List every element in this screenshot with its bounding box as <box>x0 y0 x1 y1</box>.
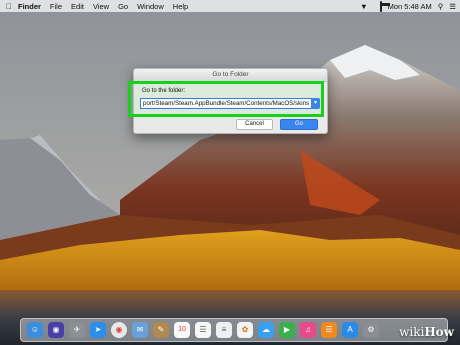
menu-help[interactable]: Help <box>173 2 188 11</box>
status-area: ▼ Mon 5:48 AM ⚲ ☰ <box>354 0 456 12</box>
go-button[interactable]: Go <box>280 119 318 130</box>
finder-icon[interactable]: ☺ <box>27 322 43 338</box>
watermark-how: How <box>424 325 454 339</box>
photos-icon[interactable]: ✿ <box>237 322 253 338</box>
calendar-day: 10 <box>178 326 186 333</box>
folder-prompt-label: Go to the folder: <box>142 88 186 94</box>
menu-window[interactable]: Window <box>137 2 164 11</box>
clock[interactable]: Mon 5:48 AM <box>388 2 432 11</box>
siri-icon[interactable]: ◉ <box>48 322 64 338</box>
launchpad-icon[interactable]: ✈ <box>69 322 85 338</box>
menu-bar:  Finder File Edit View Go Window Help ▼… <box>0 0 460 12</box>
reminders-icon[interactable]: ≡ <box>216 322 232 338</box>
battery-icon[interactable] <box>374 0 382 12</box>
cancel-button[interactable]: Cancel <box>236 119 273 130</box>
wikihow-watermark: wikiHow <box>399 325 454 339</box>
folder-path-input[interactable]: port/Steam/Steam.AppBundle/Steam/Content… <box>140 98 312 109</box>
search-icon[interactable]: ⚲ <box>438 2 444 11</box>
menu-go[interactable]: Go <box>118 2 128 11</box>
path-history-dropdown[interactable]: ▾ <box>311 98 320 109</box>
menu-finder[interactable]: Finder <box>18 2 41 11</box>
itunes-icon[interactable]: ♫ <box>300 322 316 338</box>
system-preferences-icon[interactable]: ⚙ <box>363 322 379 338</box>
calendar-icon[interactable]: 10 <box>174 322 190 338</box>
apple-icon[interactable]:  <box>6 2 12 11</box>
notes-icon[interactable]: ✎ <box>153 322 169 338</box>
safari-icon[interactable]: ➤ <box>90 322 106 338</box>
menu-file[interactable]: File <box>50 2 62 11</box>
mail-icon[interactable]: ✉ <box>132 322 148 338</box>
stickies-icon[interactable]: ☰ <box>195 322 211 338</box>
chevron-down-icon: ▾ <box>313 100 317 106</box>
chrome-icon[interactable]: ◉ <box>111 322 127 338</box>
wifi-icon[interactable]: ▼ <box>360 2 367 11</box>
dock: ☺ ◉ ✈ ➤ ◉ ✉ ✎ 10 ☰ ≡ ✿ ☁ ▶ ♫ ☰ A ⚙ <box>20 318 448 342</box>
app-store-icon[interactable]: A <box>342 322 358 338</box>
menu-list-icon[interactable]: ☰ <box>449 2 456 11</box>
messages-icon[interactable]: ☁ <box>258 322 274 338</box>
menu-edit[interactable]: Edit <box>71 2 84 11</box>
ibooks-icon[interactable]: ☰ <box>321 322 337 338</box>
facetime-icon[interactable]: ▶ <box>279 322 295 338</box>
watermark-wiki: wiki <box>399 325 425 339</box>
desktop-wallpaper <box>0 0 460 345</box>
menu-view[interactable]: View <box>93 2 109 11</box>
